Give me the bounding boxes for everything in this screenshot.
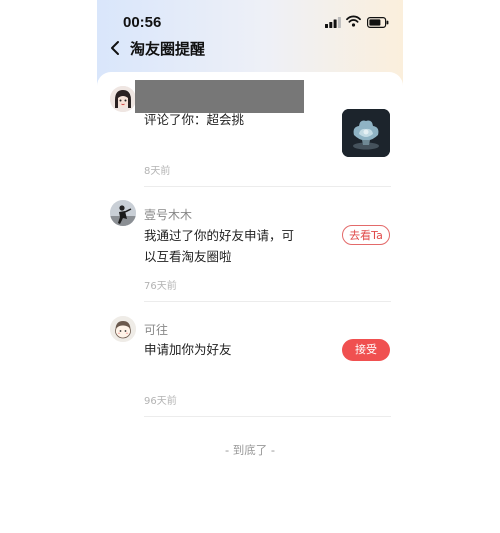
phone-screen: 00:56 淘友圈提醒 评论了你：超会挑 8天前 壹号木木 我通过了你的好友申请… — [97, 0, 403, 533]
person-photo-avatar-icon — [110, 200, 136, 226]
notification-time: 96天前 — [144, 396, 177, 407]
notification-message-line2: 以互看淘友圈啦 — [144, 249, 232, 264]
avatar[interactable] — [110, 200, 136, 226]
cartoon-avatar-icon — [110, 316, 136, 342]
avatar[interactable] — [110, 316, 136, 342]
notification-message: 申请加你为好友 — [144, 342, 232, 357]
end-of-list-text: - 到底了 - — [224, 443, 276, 457]
wifi-icon — [346, 15, 361, 27]
girl-avatar-icon — [110, 86, 136, 112]
battery-icon — [367, 17, 389, 28]
flower-bowl-image — [342, 109, 390, 157]
username[interactable]: 可往 — [144, 321, 168, 338]
notification-time: 8天前 — [144, 166, 171, 177]
username[interactable]: 壹号木木 — [144, 206, 192, 223]
divider — [144, 416, 391, 417]
notification-time: 76天前 — [144, 281, 177, 292]
post-thumbnail[interactable] — [342, 109, 390, 157]
page-title: 淘友圈提醒 — [130, 40, 206, 58]
signal-icon — [325, 17, 341, 28]
back-arrow-icon[interactable] — [109, 40, 121, 56]
notification-message: 评论了你：超会挑 — [144, 112, 245, 127]
notification-list: 评论了你：超会挑 8天前 壹号木木 我通过了你的好友申请，可 以互看淘友圈啦 去… — [97, 72, 403, 533]
avatar[interactable] — [110, 86, 136, 112]
list-item[interactable]: 评论了你：超会挑 8天前 — [97, 72, 403, 187]
nav-bar: 淘友圈提醒 — [97, 36, 403, 62]
view-profile-button[interactable]: 去看Ta — [342, 225, 390, 245]
list-item[interactable]: 壹号木木 我通过了你的好友申请，可 以互看淘友圈啦 去看Ta 76天前 — [97, 187, 403, 302]
list-item[interactable]: 可往 申请加你为好友 接受 96天前 — [97, 302, 403, 417]
accept-button[interactable]: 接受 — [342, 339, 390, 361]
status-time: 00:56 — [123, 14, 162, 31]
